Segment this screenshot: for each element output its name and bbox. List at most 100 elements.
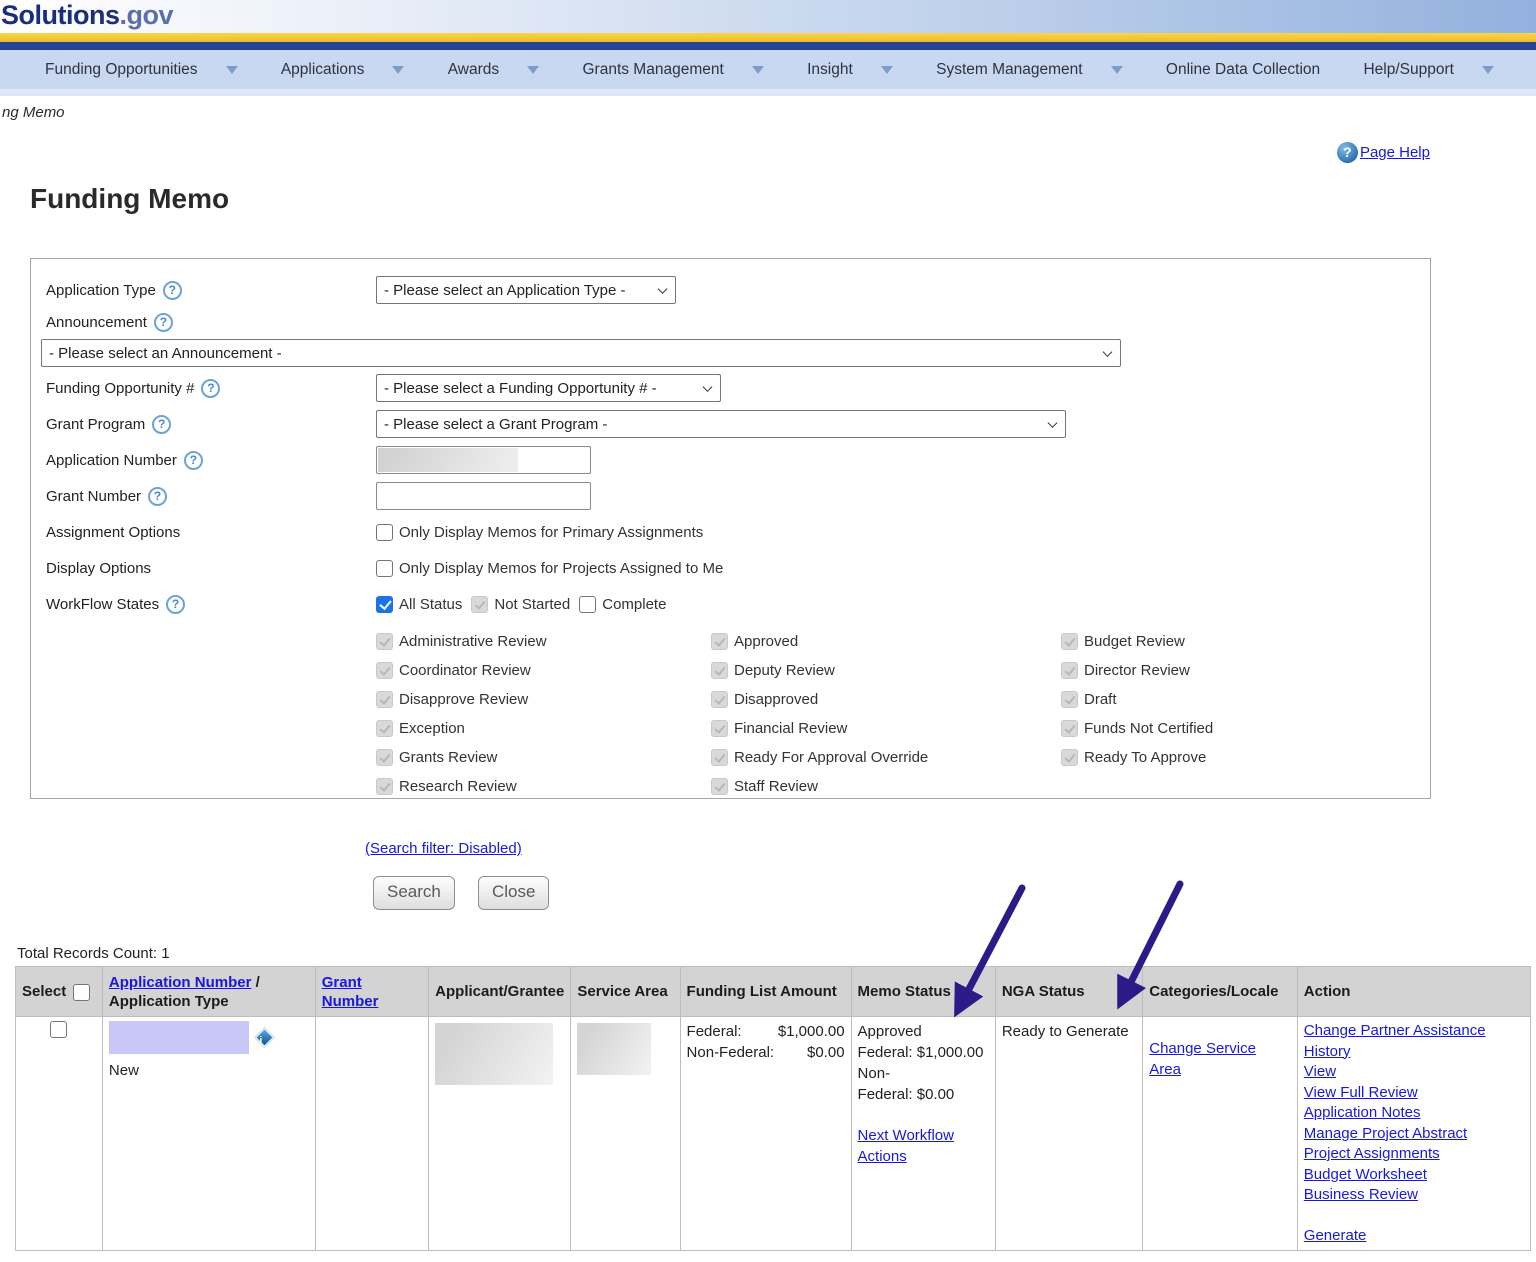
change-service-area-link[interactable]: Change Service Area <box>1149 1038 1269 1080</box>
workflow-states-label: WorkFlow States ? <box>46 595 376 614</box>
view-full-review-link[interactable]: View Full Review <box>1304 1083 1524 1104</box>
cell-applicant-grantee <box>429 1017 571 1251</box>
chevron-down-icon <box>1482 66 1494 74</box>
help-icon[interactable]: ? <box>184 451 203 470</box>
nav-item-grants-management[interactable]: Grants Management <box>582 61 763 79</box>
application-type-select-wrap: - Please select an Application Type - <box>376 276 676 304</box>
disabled-checked-checkbox <box>376 691 393 708</box>
col-header-memo-status: Memo Status <box>851 967 995 1017</box>
complete-checkbox[interactable] <box>579 596 596 613</box>
info-diamond-icon[interactable] <box>254 1027 275 1048</box>
nav-item-online-data-collection[interactable]: Online Data Collection <box>1166 61 1320 79</box>
search-button[interactable]: Search <box>373 876 455 910</box>
help-icon[interactable]: ? <box>154 313 173 332</box>
funding-opportunity-row: Funding Opportunity # ? - Please select … <box>46 370 1430 406</box>
col-header-service-area: Service Area <box>571 967 680 1017</box>
cell-application: New <box>102 1017 315 1251</box>
close-button[interactable]: Close <box>478 876 549 910</box>
workflow-state-option: Disapprove Review <box>376 685 547 714</box>
results-table: Select Application Number / Application … <box>15 966 1531 1251</box>
funding-memo-page: Solutions.gov Funding Opportunities Appl… <box>0 0 1536 1262</box>
application-notes-link[interactable]: Application Notes <box>1304 1103 1524 1124</box>
row-select-checkbox[interactable] <box>50 1021 67 1038</box>
grant-program-select[interactable]: - Please select a Grant Program - <box>376 410 1066 438</box>
nav-item-help-support[interactable]: Help/Support <box>1363 61 1493 79</box>
nav-item-applications[interactable]: Applications <box>281 61 405 79</box>
disabled-checked-checkbox <box>376 720 393 737</box>
application-number-row: Application Number ? <box>46 442 1430 478</box>
primary-assignments-checkbox[interactable] <box>376 524 393 541</box>
application-number-label: Application Number ? <box>46 451 376 470</box>
workflow-top-options: All Status Not Started Complete <box>376 596 666 613</box>
cell-funding-list-amount: Federal: $1,000.00 Non-Federal: $0.00 <box>680 1017 851 1251</box>
application-type-value: New <box>109 1060 309 1081</box>
business-review-link[interactable]: Business Review <box>1304 1185 1524 1206</box>
search-filter-link[interactable]: (Search filter: Disabled) <box>365 840 522 857</box>
sort-grant-number-link[interactable]: Grant Number <box>322 974 379 1010</box>
all-status-checkbox[interactable] <box>376 596 393 613</box>
announcement-select-wrap: - Please select an Announcement - <box>41 339 1121 367</box>
page-title: Funding Memo <box>30 183 229 215</box>
workflow-state-option: Ready To Approve <box>1061 743 1213 772</box>
funding-opportunity-select[interactable]: - Please select a Funding Opportunity # … <box>376 374 721 402</box>
display-options-row: Display Options Only Display Memos for P… <box>46 550 1430 586</box>
next-workflow-actions-link[interactable]: Next Workflow Actions <box>858 1125 970 1167</box>
workflow-state-option: Grants Review <box>376 743 547 772</box>
help-icon[interactable]: ? <box>152 415 171 434</box>
col-header-categories-locale: Categories/Locale <box>1143 967 1298 1017</box>
col-header-application: Application Number / Application Type <box>102 967 315 1017</box>
disabled-checked-checkbox <box>376 633 393 650</box>
grant-number-row: Grant Number ? <box>46 478 1430 514</box>
workflow-col-2: Approved Deputy Review Disapproved Finan… <box>711 627 928 801</box>
logo-suffix: .gov <box>120 0 174 30</box>
disabled-checked-checkbox <box>711 720 728 737</box>
nav-item-system-management[interactable]: System Management <box>936 61 1122 79</box>
nav-item-awards[interactable]: Awards <box>448 61 539 79</box>
disabled-checked-checkbox <box>1061 633 1078 650</box>
nav-item-insight[interactable]: Insight <box>807 61 893 79</box>
change-partner-assistance-link[interactable]: Change Partner Assistance <box>1304 1021 1524 1042</box>
application-number-input[interactable] <box>376 446 591 474</box>
redacted-applicant <box>435 1023 553 1085</box>
col-header-grant-number: Grant Number <box>315 967 428 1017</box>
help-icon[interactable]: ? <box>201 379 220 398</box>
disabled-checked-checkbox <box>1061 662 1078 679</box>
not-started-option: Not Started <box>471 596 570 613</box>
budget-worksheet-link[interactable]: Budget Worksheet <box>1304 1165 1524 1186</box>
navbar-sub-strip <box>0 89 1536 96</box>
funding-nonfederal-line: Non-Federal: $0.00 <box>687 1042 845 1063</box>
nav-item-funding-opportunities[interactable]: Funding Opportunities <box>45 61 238 79</box>
chevron-down-icon <box>752 66 764 74</box>
announcement-select[interactable]: - Please select an Announcement - <box>41 339 1121 367</box>
application-type-label: Application Type ? <box>46 281 376 300</box>
history-link[interactable]: History <box>1304 1042 1524 1063</box>
help-icon[interactable]: ? <box>163 281 182 300</box>
workflow-states-row: WorkFlow States ? All Status Not Started… <box>46 586 1430 622</box>
projects-assigned-checkbox[interactable] <box>376 560 393 577</box>
not-started-checkbox <box>471 596 488 613</box>
workflow-state-option: Financial Review <box>711 714 928 743</box>
page-help-link[interactable]: Page Help <box>1360 144 1430 161</box>
funding-federal-line: Federal: $1,000.00 <box>687 1021 845 1042</box>
select-all-checkbox[interactable] <box>73 984 90 1001</box>
grant-number-input[interactable] <box>376 482 591 510</box>
complete-option: Complete <box>579 596 666 613</box>
main-nav: Funding Opportunities Applications Award… <box>0 50 1536 89</box>
chevron-down-icon <box>881 66 893 74</box>
redacted-value <box>378 448 518 472</box>
announcement-select-row: - Please select an Announcement - <box>46 336 1430 370</box>
sort-application-number-link[interactable]: Application Number <box>109 974 252 991</box>
chevron-down-icon <box>527 66 539 74</box>
manage-project-abstract-link[interactable]: Manage Project Abstract <box>1304 1124 1524 1145</box>
announcement-label-row: Announcement ? <box>46 308 1430 336</box>
project-assignments-link[interactable]: Project Assignments <box>1304 1144 1524 1165</box>
help-icon[interactable]: ? <box>166 595 185 614</box>
col-header-applicant-grantee: Applicant/Grantee <box>429 967 571 1017</box>
page-help[interactable]: ? Page Help <box>1337 142 1430 163</box>
generate-link[interactable]: Generate <box>1304 1226 1524 1247</box>
grant-program-row: Grant Program ? - Please select a Grant … <box>46 406 1430 442</box>
help-icon[interactable]: ? <box>148 487 167 506</box>
view-link[interactable]: View <box>1304 1062 1524 1083</box>
chevron-down-icon <box>1111 66 1123 74</box>
application-type-select[interactable]: - Please select an Application Type - <box>376 276 676 304</box>
